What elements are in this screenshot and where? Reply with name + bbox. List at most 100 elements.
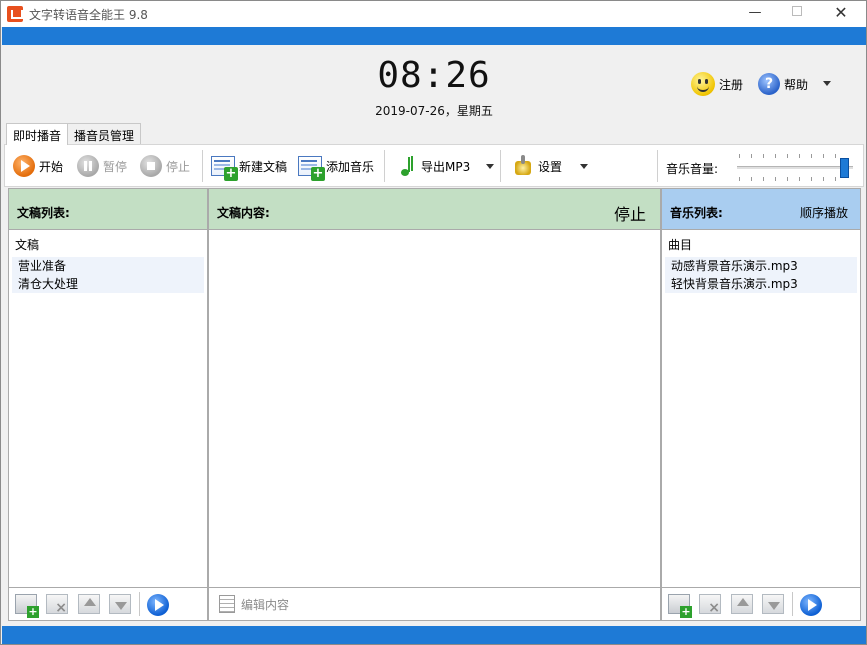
footer-divider (139, 592, 140, 616)
doc-content-title: 文稿内容: (217, 206, 270, 220)
start-label: 开始 (39, 159, 64, 174)
doc-list-title: 文稿列表: (17, 206, 70, 220)
new-doc-label: 新建文稿 (239, 159, 288, 174)
music-column-header[interactable]: 曲目 (662, 230, 860, 257)
slider-ticks-bottom (739, 177, 847, 181)
add-music-button[interactable]: 添加音乐 (298, 155, 375, 181)
slider-ticks-top (739, 154, 847, 158)
play-mode-button[interactable]: 顺序播放 (800, 204, 848, 221)
play-icon (13, 155, 35, 177)
register-label: 注册 (719, 77, 744, 92)
help-button[interactable]: ? 帮助 (758, 71, 808, 97)
new-doc-icon (211, 156, 238, 181)
pause-button[interactable]: 暂停 (77, 155, 127, 177)
play-icon (800, 594, 822, 616)
move-down-music-button[interactable] (762, 594, 784, 614)
move-down-icon (109, 594, 131, 614)
move-up-doc-button[interactable] (78, 594, 100, 614)
settings-dropdown-icon[interactable] (580, 163, 589, 169)
music-list-item[interactable]: 动感背景音乐演示.mp3 (665, 257, 857, 275)
delete-doc-button[interactable] (46, 594, 68, 616)
add-music-file-button[interactable] (668, 594, 692, 618)
move-up-icon (78, 594, 100, 614)
delete-icon (46, 594, 68, 616)
tab-bar: 即时播音 播音员管理 (6, 123, 142, 145)
toolbar-divider (500, 150, 501, 182)
stop-label: 停止 (166, 159, 191, 174)
music-list-panel: 音乐列表: 顺序播放 曲目 动感背景音乐演示.mp3 轻快背景音乐演示.mp3 (661, 188, 861, 621)
new-doc-button[interactable]: 新建文稿 (211, 155, 288, 181)
tab-live-broadcast[interactable]: 即时播音 (6, 123, 69, 145)
window-title: 文字转语音全能王 9.8 (29, 8, 148, 22)
edit-content-button[interactable]: 编辑内容 (219, 595, 289, 613)
move-down-doc-button[interactable] (109, 594, 131, 614)
settings-icon (512, 155, 534, 177)
toolbar: 开始 暂停 停止 新建文稿 添加音乐 导出MP3 设置 (4, 144, 864, 187)
play-music-button[interactable] (800, 594, 822, 616)
edit-document-icon (219, 595, 235, 613)
settings-label: 设置 (538, 159, 563, 174)
stop-icon (140, 155, 162, 177)
bottom-accent-bar (2, 626, 866, 644)
doc-list-panel: 文稿列表: 文稿 营业准备 清仓大处理 (8, 188, 208, 621)
playback-status: 停止 (613, 205, 646, 224)
top-accent-bar (2, 27, 866, 45)
doc-list-item[interactable]: 营业准备 (12, 257, 204, 275)
help-label: 帮助 (784, 77, 809, 92)
maximize-button[interactable] (787, 5, 807, 21)
app-window: 文字转语音全能王 9.8 — ✕ 08:26 2019-07-26，星期五 注册… (0, 0, 867, 645)
export-mp3-button[interactable]: 导出MP3 (399, 155, 495, 177)
music-list-item[interactable]: 轻快背景音乐演示.mp3 (665, 275, 857, 293)
music-note-icon (399, 155, 417, 177)
move-down-icon (762, 594, 784, 614)
move-up-icon (731, 594, 753, 614)
doc-column-header[interactable]: 文稿 (9, 230, 207, 257)
settings-button[interactable]: 设置 (512, 155, 589, 177)
app-icon (7, 6, 23, 22)
add-doc-button[interactable] (15, 594, 39, 618)
minimize-button[interactable]: — (745, 5, 765, 21)
add-icon (668, 594, 692, 618)
export-label: 导出MP3 (421, 159, 471, 174)
doc-list-footer (9, 587, 207, 620)
register-button[interactable]: 注册 (691, 71, 743, 97)
menu-dropdown-icon[interactable] (823, 81, 831, 86)
add-music-icon (298, 156, 325, 181)
smiley-icon (691, 72, 715, 96)
help-icon: ? (758, 73, 780, 95)
pause-icon (77, 155, 99, 177)
pause-label: 暂停 (103, 159, 128, 174)
export-dropdown-icon[interactable] (486, 163, 495, 169)
clock-display: 08:26 (377, 55, 491, 96)
move-up-music-button[interactable] (731, 594, 753, 614)
edit-content-label: 编辑内容 (241, 597, 290, 612)
music-list-header: 音乐列表: 顺序播放 (662, 189, 860, 230)
doc-list-header: 文稿列表: (9, 189, 207, 230)
date-display: 2019-07-26，星期五 (375, 104, 493, 118)
footer-divider (792, 592, 793, 616)
doc-content-area[interactable] (209, 230, 660, 588)
volume-slider[interactable] (737, 151, 859, 181)
doc-content-footer: 编辑内容 (209, 587, 660, 620)
slider-thumb[interactable] (840, 158, 849, 178)
delete-music-button[interactable] (699, 594, 721, 616)
doc-content-panel: 文稿内容: 停止 编辑内容 (208, 188, 661, 621)
music-list: 曲目 动感背景音乐演示.mp3 轻快背景音乐演示.mp3 (662, 230, 860, 293)
toolbar-divider (384, 150, 385, 182)
doc-list: 文稿 营业准备 清仓大处理 (9, 230, 207, 293)
doc-list-item[interactable]: 清仓大处理 (12, 275, 204, 293)
add-music-label: 添加音乐 (326, 159, 375, 174)
play-icon (147, 594, 169, 616)
tab-announcer-management[interactable]: 播音员管理 (67, 123, 142, 144)
music-list-footer (662, 587, 860, 620)
add-icon (15, 594, 39, 618)
play-doc-button[interactable] (147, 594, 169, 616)
close-button[interactable]: ✕ (831, 5, 851, 21)
slider-track (737, 166, 853, 169)
music-list-title: 音乐列表: (670, 206, 723, 220)
doc-content-header: 文稿内容: 停止 (209, 189, 660, 230)
toolbar-divider (202, 150, 203, 182)
title-bar: 文字转语音全能王 9.8 — ✕ (1, 1, 866, 27)
stop-button[interactable]: 停止 (140, 155, 190, 177)
start-button[interactable]: 开始 (13, 155, 63, 177)
